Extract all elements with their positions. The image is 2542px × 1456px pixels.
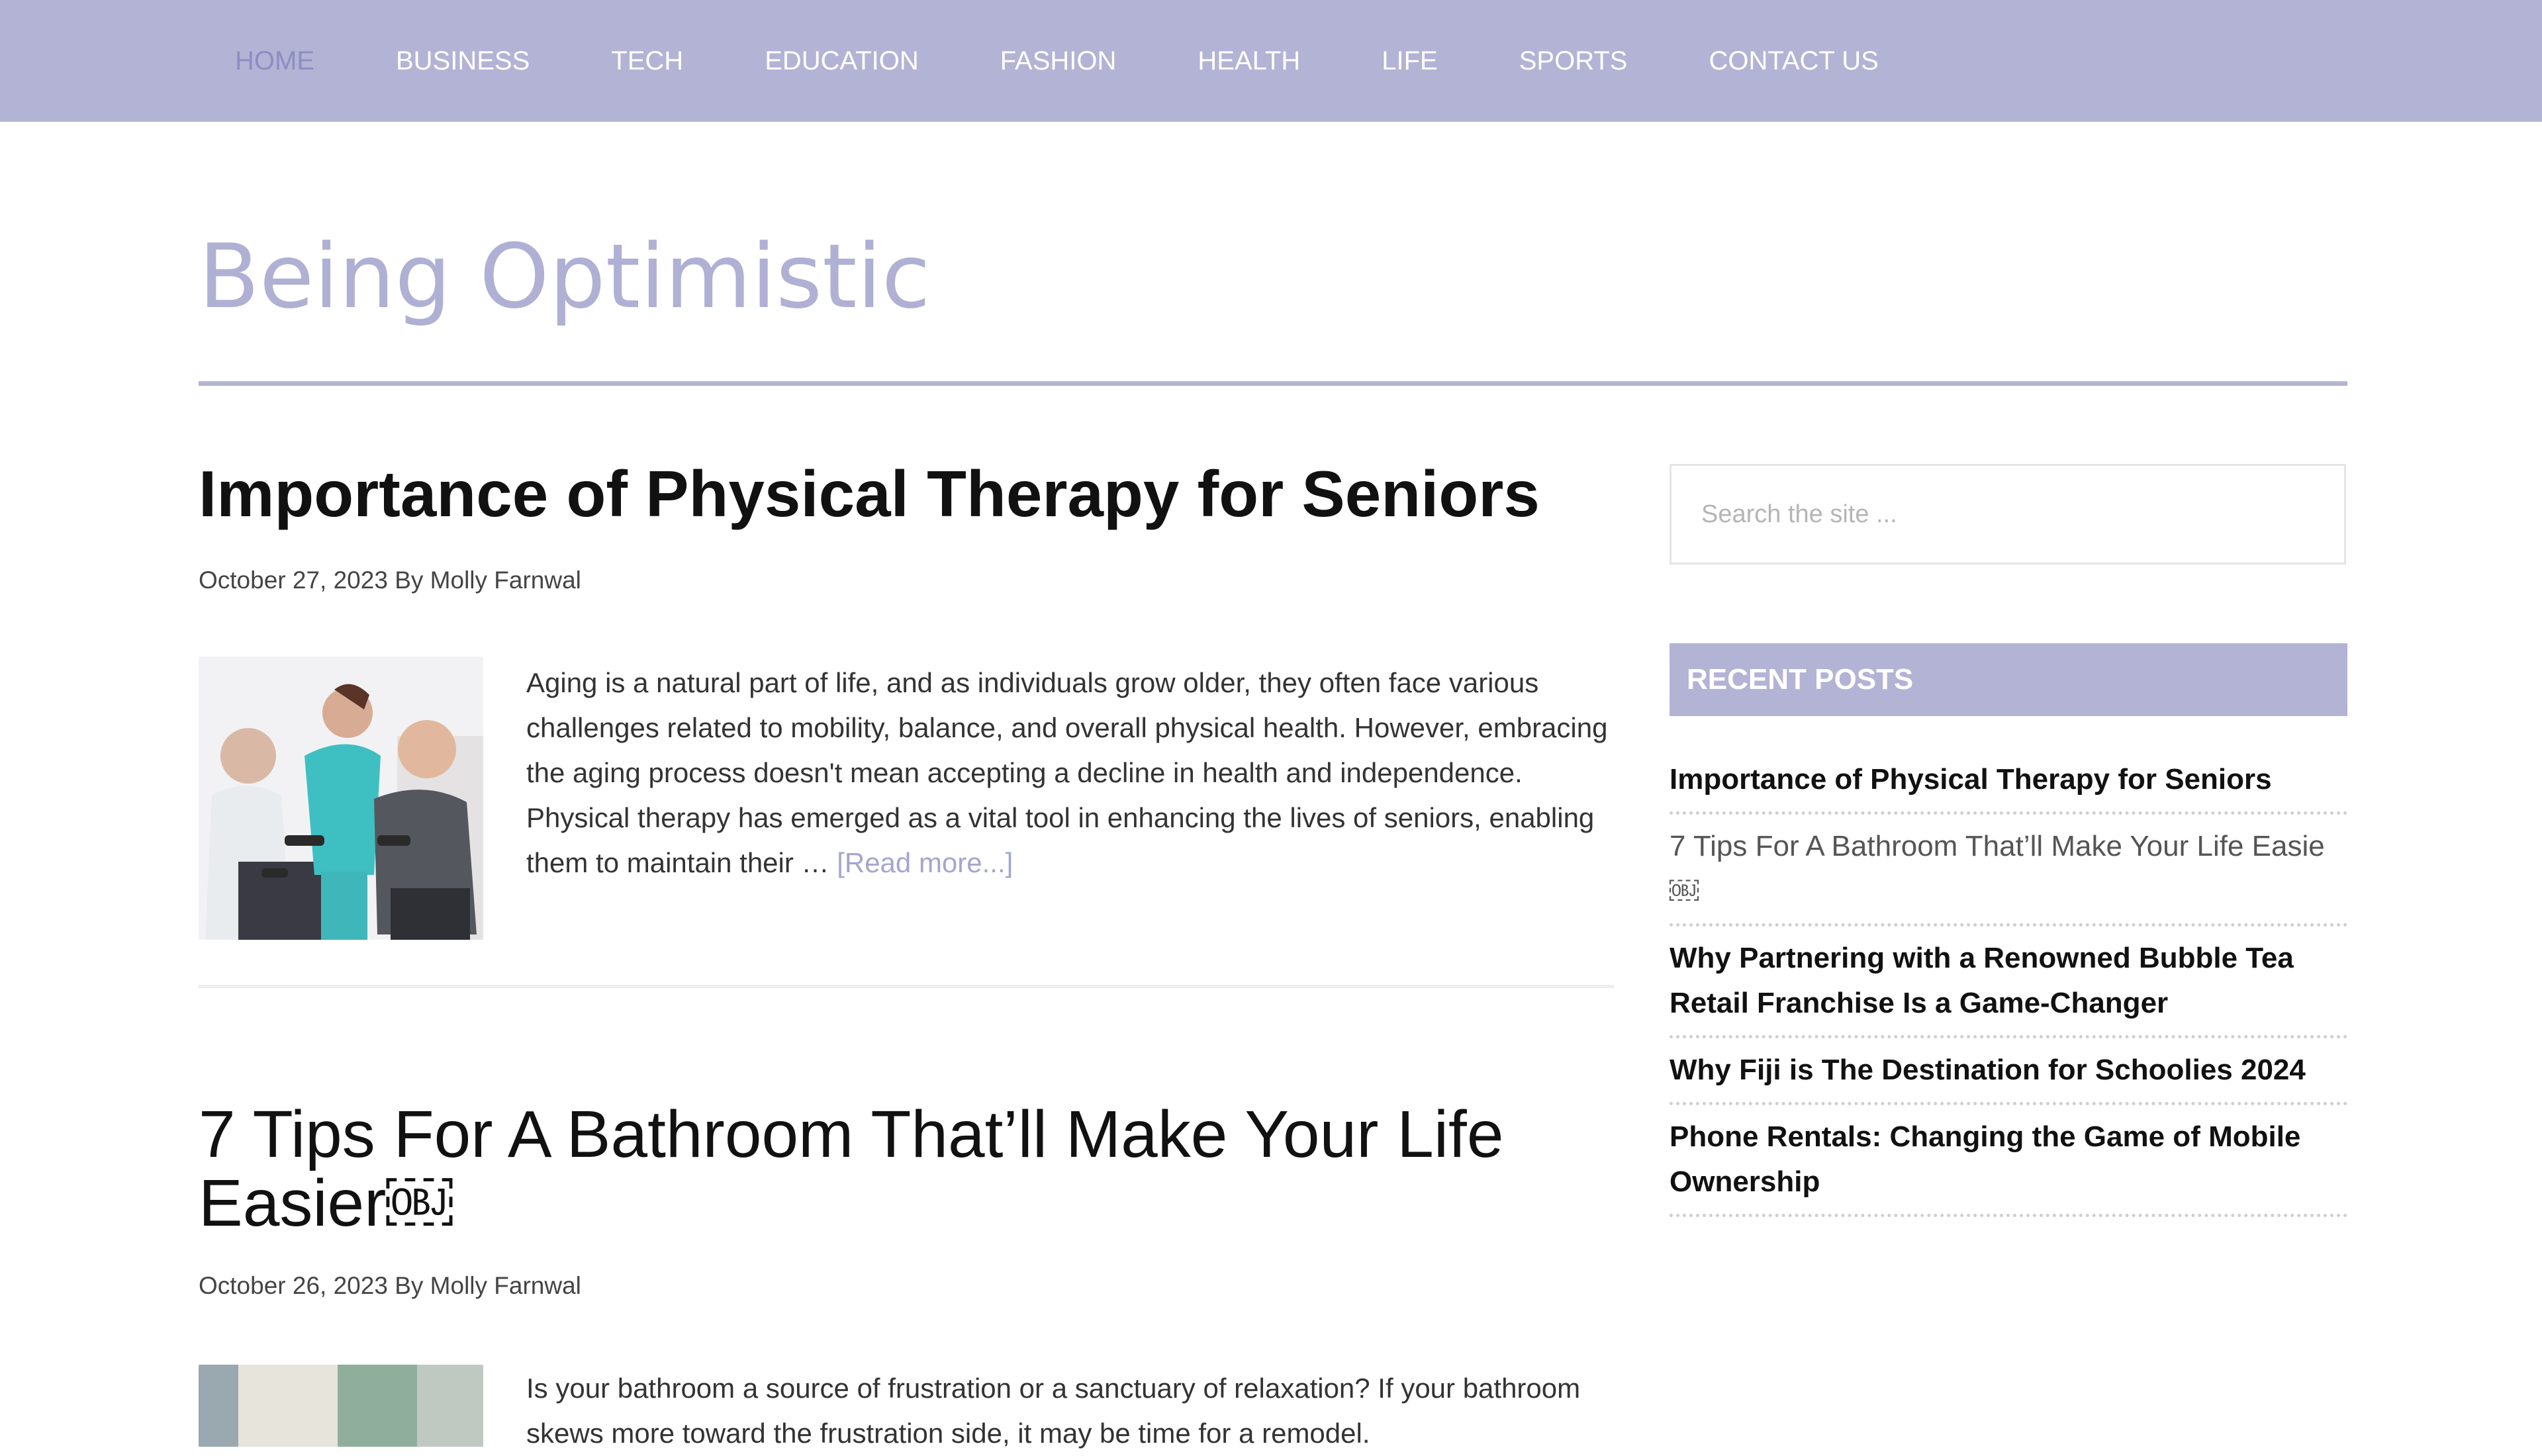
- post-meta-2: October 26, 2023 By Molly Farnwal: [199, 1272, 581, 1300]
- post-meta-1: October 27, 2023 By Molly Farnwal: [199, 567, 581, 594]
- read-more-link[interactable]: [Read more...]: [837, 847, 1013, 878]
- nav-item-tech[interactable]: TECH: [611, 46, 683, 76]
- seniors-therapy-image: [199, 657, 483, 940]
- bathroom-image: [199, 1365, 483, 1447]
- post-date: October 27, 2023: [199, 567, 388, 594]
- title-divider: [199, 381, 2347, 386]
- post-author-link[interactable]: Molly Farnwal: [430, 567, 581, 594]
- post-excerpt-1: Aging is a natural part of life, and as …: [526, 660, 1612, 886]
- nav-item-education[interactable]: EDUCATION: [765, 46, 919, 76]
- page-title: Being Optimistic: [199, 225, 931, 328]
- nav-menu: HOME BUSINESS TECH EDUCATION FASHION HEA…: [235, 0, 1960, 122]
- nav-item-fashion[interactable]: FASHION: [1000, 46, 1117, 76]
- recent-posts-title: RECENT POSTS: [1670, 643, 2347, 716]
- post-thumbnail-2[interactable]: [199, 1365, 483, 1447]
- recent-post-link[interactable]: Phone Rentals: Changing the Game of Mobi…: [1670, 1105, 2347, 1217]
- nav-item-contact-us[interactable]: CONTACT US: [1709, 46, 1878, 76]
- excerpt-text: Aging is a natural part of life, and as …: [526, 667, 1608, 878]
- nav-item-sports[interactable]: SPORTS: [1519, 46, 1628, 76]
- recent-post-link[interactable]: Why Partnering with a Renowned Bubble Te…: [1670, 927, 2347, 1038]
- post-thumbnail-1[interactable]: [199, 657, 483, 940]
- nav-item-home[interactable]: HOME: [235, 46, 314, 76]
- top-navigation: HOME BUSINESS TECH EDUCATION FASHION HEA…: [0, 0, 2542, 122]
- nav-item-life[interactable]: LIFE: [1382, 46, 1437, 76]
- recent-post-link[interactable]: Importance of Physical Therapy for Senio…: [1670, 748, 2347, 815]
- search-input[interactable]: [1670, 464, 2346, 565]
- post-title-1[interactable]: Importance of Physical Therapy for Senio…: [199, 459, 1540, 528]
- recent-posts-list: Importance of Physical Therapy for Senio…: [1670, 748, 2347, 1217]
- post-date: October 26, 2023: [199, 1272, 388, 1299]
- recent-post-link[interactable]: 7 Tips For A Bathroom That’ll Make Your …: [1670, 815, 2347, 927]
- recent-post-link[interactable]: Why Fiji is The Destination for Schoolie…: [1670, 1038, 2347, 1105]
- nav-item-business[interactable]: BUSINESS: [396, 46, 530, 76]
- post-divider: [199, 985, 1614, 988]
- nav-item-health[interactable]: HEALTH: [1198, 46, 1300, 76]
- post-by-label: By: [395, 1272, 424, 1299]
- post-by-label: By: [395, 567, 424, 594]
- post-title-2[interactable]: 7 Tips For A Bathroom That’ll Make Your …: [199, 1100, 1655, 1238]
- post-author-link[interactable]: Molly Farnwal: [430, 1272, 581, 1299]
- post-excerpt-2: Is your bathroom a source of frustration…: [526, 1373, 1581, 1449]
